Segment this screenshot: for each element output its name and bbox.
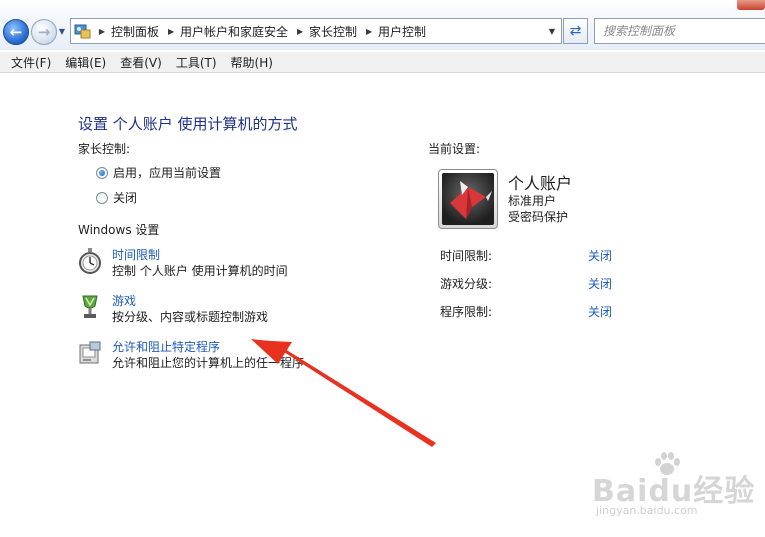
breadcrumb-parental-controls[interactable]: 家长控制: [307, 23, 362, 40]
watermark-url: jingyan.baidu.com: [596, 504, 698, 517]
account-protection: 受密码保护: [508, 210, 569, 224]
setting-value[interactable]: 关闭: [588, 303, 612, 320]
allow-block-programs-link[interactable]: 允许和阻止特定程序: [112, 339, 304, 355]
breadcrumb-control-panel[interactable]: 控制面板: [109, 23, 164, 40]
radio-disable[interactable]: 关闭: [96, 189, 137, 206]
task-allow-block-programs: 允许和阻止特定程序 允许和阻止您的计算机上的任一程序: [78, 339, 304, 371]
refresh-button[interactable]: ⇄: [563, 18, 588, 44]
radio-button-unchecked[interactable]: [96, 191, 108, 204]
refresh-icon: ⇄: [569, 23, 582, 39]
task-time-limits: 时间限制 控制 个人账户 使用计算机的时间: [78, 247, 288, 279]
menu-bar: 文件(F) 编辑(E) 查看(V) 工具(T) 帮助(H): [0, 52, 765, 73]
breadcrumb-user-controls[interactable]: 用户控制: [376, 23, 431, 40]
stopwatch-icon: [78, 247, 102, 275]
search-box: [594, 18, 765, 44]
account-picture: [438, 169, 498, 229]
breadcrumb-user-accounts[interactable]: 用户帐户和家庭安全: [178, 23, 293, 40]
watermark: Baidu经验 jingyan.baidu.com: [588, 452, 758, 524]
games-trophy-icon: [78, 293, 102, 321]
arrow-left-icon: ←: [9, 23, 23, 41]
menu-file[interactable]: 文件(F): [4, 54, 58, 71]
radio-enable[interactable]: 启用，应用当前设置: [96, 164, 221, 181]
programs-icon: [78, 339, 102, 367]
window-close-button[interactable]: [737, 0, 765, 10]
back-button[interactable]: ←: [3, 19, 29, 45]
time-limits-link[interactable]: 时间限制: [112, 247, 288, 263]
radio-enable-label: 启用，应用当前设置: [113, 166, 222, 180]
account-name: 个人账户: [508, 174, 573, 193]
watermark-text: Baidu经验: [592, 474, 756, 509]
address-toolbar: ← → ▼ ▶ 控制面板 ▶ 用户帐户和家庭安全 ▶ 家长控制 ▶ 用户控制 ▼…: [0, 0, 765, 50]
account-type: 标准用户: [508, 194, 557, 208]
page-title: 设置 个人账户 使用计算机的方式: [78, 115, 298, 133]
radio-disable-label: 关闭: [113, 191, 138, 205]
menu-help[interactable]: 帮助(H): [224, 54, 280, 71]
forward-button[interactable]: →: [31, 19, 57, 45]
setting-name: 程序限制:: [440, 305, 493, 319]
current-settings-label: 当前设置:: [428, 142, 481, 156]
setting-value[interactable]: 关闭: [588, 275, 612, 292]
chevron-right-icon[interactable]: ▶: [95, 27, 109, 36]
chevron-down-icon: ▼: [548, 26, 556, 36]
windows-settings-label: Windows 设置: [78, 223, 160, 237]
setting-value[interactable]: 关闭: [588, 247, 612, 264]
menu-view[interactable]: 查看(V): [113, 54, 169, 71]
arrow-right-icon: →: [37, 23, 51, 41]
setting-name: 游戏分级:: [440, 277, 493, 291]
paw-icon: [655, 452, 680, 475]
menu-tools[interactable]: 工具(T): [169, 54, 224, 71]
task-games: 游戏 按分级、内容或标题控制游戏: [78, 293, 268, 325]
chevron-right-icon[interactable]: ▶: [362, 27, 376, 36]
time-limits-description: 控制 个人账户 使用计算机的时间: [112, 264, 288, 278]
setting-row-time-limits: 时间限制: 关闭: [440, 247, 620, 263]
control-panel-icon: [71, 19, 95, 43]
chevron-right-icon[interactable]: ▶: [164, 27, 178, 36]
chevron-right-icon[interactable]: ▶: [293, 27, 307, 36]
allow-block-programs-description: 允许和阻止您的计算机上的任一程序: [112, 356, 305, 370]
games-link[interactable]: 游戏: [112, 293, 268, 309]
origami-crane-icon: [442, 173, 494, 225]
address-bar[interactable]: ▶ 控制面板 ▶ 用户帐户和家庭安全 ▶ 家长控制 ▶ 用户控制 ▼: [70, 18, 562, 44]
search-input[interactable]: [603, 21, 765, 41]
chevron-down-icon: ▼: [58, 26, 66, 36]
radio-button-checked[interactable]: [96, 166, 108, 179]
parental-controls-label: 家长控制:: [78, 142, 131, 156]
address-history-dropdown[interactable]: ▼: [543, 19, 561, 43]
recent-pages-button[interactable]: ▼: [58, 26, 66, 36]
setting-name: 时间限制:: [440, 249, 493, 263]
menu-edit[interactable]: 编辑(E): [58, 54, 113, 71]
games-description: 按分级、内容或标题控制游戏: [112, 310, 269, 324]
setting-row-program-limits: 程序限制: 关闭: [440, 303, 620, 319]
setting-row-game-ratings: 游戏分级: 关闭: [440, 275, 620, 291]
